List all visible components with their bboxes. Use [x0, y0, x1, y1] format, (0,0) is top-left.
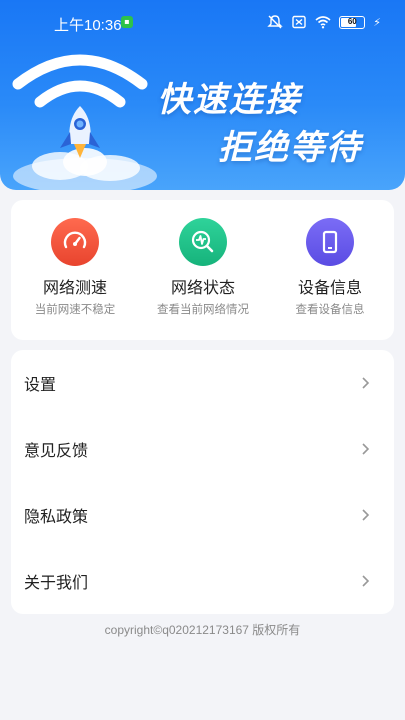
wifi-rocket-illustration — [12, 54, 157, 190]
menu-item-settings[interactable]: 设置 — [11, 350, 394, 416]
charging-icon: ⚡ — [373, 15, 381, 29]
menu-item-label: 设置 — [24, 375, 57, 394]
tool-title: 网络测速 — [42, 278, 107, 297]
phone-device-icon — [306, 218, 354, 266]
tool-title: 设备信息 — [297, 278, 362, 297]
chevron-right-icon — [362, 443, 370, 455]
hero-banner: 上午10:36 ▪ 60 ⚡ 快速连接 拒绝等待 — [0, 0, 405, 190]
hero-slogan-line2: 拒绝等待 — [218, 128, 362, 168]
tool-subtitle: 查看当前网络情况 — [157, 302, 249, 316]
menu-item-about[interactable]: 关于我们 — [11, 548, 394, 614]
sim-off-icon — [292, 15, 306, 29]
network-status-icon — [179, 218, 227, 266]
menu-item-privacy[interactable]: 隐私政策 — [11, 482, 394, 548]
tool-device-info[interactable]: 设备信息 查看设备信息 — [266, 218, 394, 317]
chevron-right-icon — [362, 509, 370, 521]
hero-slogan-line1: 快速连接 — [157, 80, 301, 120]
menu-item-label: 关于我们 — [24, 573, 89, 592]
status-time: 上午10:36 — [54, 17, 122, 34]
tools-card: 网络测速 当前网速不稳定 网络状态 查看当前网络情况 设备信息 查看设备信息 — [11, 200, 394, 340]
speedometer-icon — [51, 218, 99, 266]
menu-card: 设置 意见反馈 隐私政策 关于我们 — [11, 350, 394, 614]
tool-subtitle: 查看设备信息 — [295, 302, 365, 316]
tool-network-status[interactable]: 网络状态 查看当前网络情况 — [139, 218, 267, 317]
menu-item-feedback[interactable]: 意见反馈 — [11, 416, 394, 482]
chevron-right-icon — [362, 377, 370, 389]
status-bar: 上午10:36 ▪ 60 ⚡ — [0, 0, 405, 44]
menu-item-label: 隐私政策 — [24, 507, 89, 526]
battery-icon: 60 — [339, 15, 366, 29]
mute-icon — [267, 15, 283, 29]
status-icons: 60 ⚡ — [267, 15, 381, 29]
tool-subtitle: 当前网速不稳定 — [34, 302, 116, 316]
tool-title: 网络状态 — [170, 278, 235, 297]
menu-item-label: 意见反馈 — [24, 441, 89, 460]
tool-speed-test[interactable]: 网络测速 当前网速不稳定 — [11, 218, 139, 317]
battery-level: 60 — [347, 16, 357, 26]
notification-badge-icon: ▪ — [121, 16, 133, 28]
chevron-right-icon — [362, 575, 370, 587]
wifi-icon — [315, 16, 331, 29]
copyright-text: copyright©q020212173167 版权所有 — [104, 623, 301, 637]
